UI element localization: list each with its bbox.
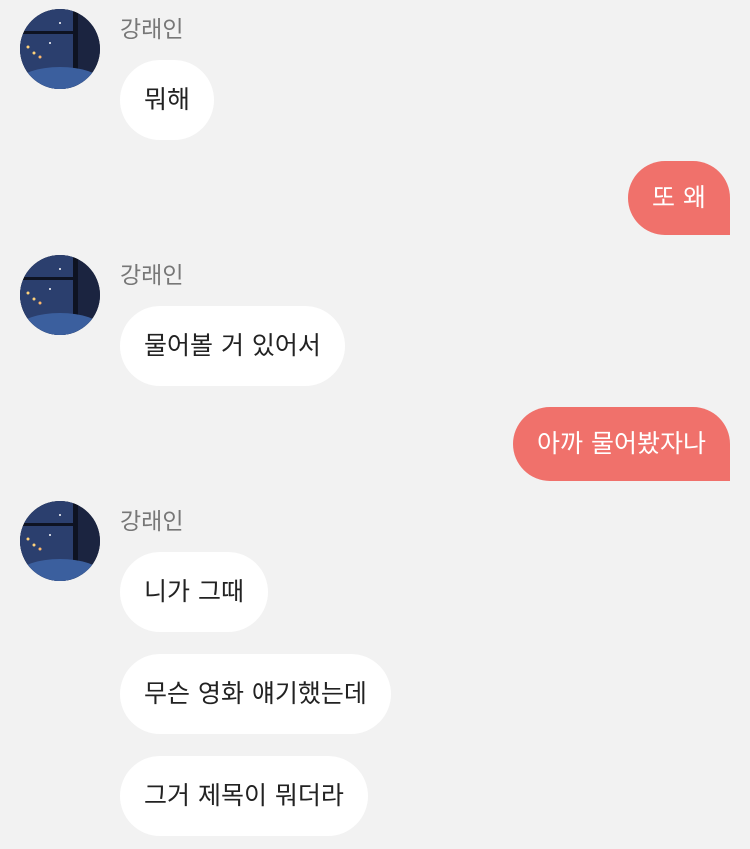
incoming-message-bubble[interactable]: 니가 그때 [120, 552, 268, 632]
night-window-avatar-icon [20, 501, 100, 581]
outgoing-message-bubble[interactable]: 아까 물어봤자나 [513, 407, 730, 481]
sender-avatar[interactable] [20, 9, 100, 89]
incoming-message-bubble[interactable]: 무슨 영화 얘기했는데 [120, 654, 391, 734]
outgoing-message-bubble[interactable]: 또 왜 [628, 161, 730, 235]
sender-avatar[interactable] [20, 501, 100, 581]
night-window-avatar-icon [20, 255, 100, 335]
incoming-message-bubble[interactable]: 물어볼 거 있어서 [120, 306, 345, 386]
sender-name: 강래인 [120, 263, 184, 289]
night-window-avatar-icon [20, 9, 100, 89]
sender-name: 강래인 [120, 17, 184, 43]
sender-avatar[interactable] [20, 255, 100, 335]
incoming-message-bubble[interactable]: 뭐해 [120, 60, 215, 140]
sender-name: 강래인 [120, 509, 184, 535]
incoming-message-bubble[interactable]: 그거 제목이 뭐더라 [120, 756, 368, 836]
